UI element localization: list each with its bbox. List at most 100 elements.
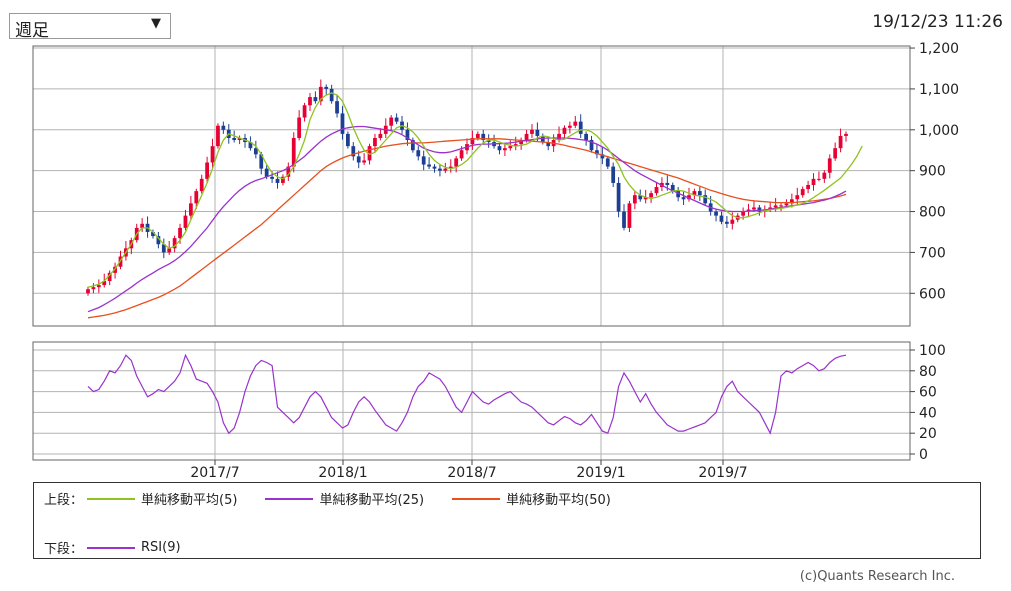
upper-ytick-label: 800 — [919, 205, 946, 221]
ma-lines — [87, 92, 863, 319]
candle-body — [562, 127, 567, 134]
legend-upper-label: 上段： — [44, 493, 84, 508]
candle-body — [605, 158, 610, 167]
candle-body — [817, 178, 821, 180]
candle-body — [730, 219, 735, 224]
candle-body — [232, 137, 237, 141]
legend-swatch-ma25 — [265, 497, 314, 500]
rsi-line — [87, 353, 847, 435]
candle-body — [508, 146, 513, 149]
legend-label-ma50: 単純移動平均(50) — [506, 493, 611, 508]
candles — [86, 79, 848, 296]
lower-y-axis: 100 80 60 40 20 0 — [910, 343, 946, 463]
candle-body — [475, 133, 480, 138]
legend-item-ma5: 単純移動平均(5) — [83, 489, 237, 508]
candle-body — [681, 197, 686, 200]
candle-body — [297, 117, 302, 138]
candle-body — [194, 191, 199, 204]
candle-body — [91, 287, 96, 290]
candle-body — [421, 156, 426, 165]
candle-body — [432, 166, 437, 169]
upper-ytick-label: 1,200 — [919, 41, 959, 57]
candle-body — [827, 158, 832, 173]
upper-ytick-label: 600 — [919, 286, 946, 302]
legend-swatch-rsi — [87, 546, 136, 549]
candle-body — [654, 187, 659, 194]
legend-swatch-ma5 — [87, 497, 136, 500]
candle-body — [530, 129, 534, 134]
candle-body — [616, 182, 621, 212]
candle-body — [221, 125, 226, 130]
lower-ytick-label: 0 — [919, 447, 928, 463]
xtick-label: 2019/7 — [698, 465, 747, 480]
candle-body — [362, 160, 367, 163]
candle-body — [567, 125, 572, 128]
candle-body — [833, 148, 838, 159]
candle-body — [335, 101, 339, 114]
lower-ytick-label: 60 — [919, 385, 937, 401]
lower-grid — [33, 342, 910, 460]
upper-ytick-label: 1,000 — [919, 123, 959, 139]
candle-body — [811, 178, 816, 185]
candle-body — [838, 135, 843, 149]
candle-body — [416, 150, 421, 157]
candle-body — [324, 86, 329, 89]
candle-body — [264, 168, 269, 177]
legend-swatch-ma50 — [452, 497, 501, 500]
candle-body — [210, 146, 215, 163]
upper-y-axis: 1,200 1,100 1,000 900 800 700 600 — [910, 41, 959, 302]
candle-body — [524, 133, 529, 141]
legend-item-ma50: 単純移動平均(50) — [448, 489, 611, 508]
upper-ytick-label: 700 — [919, 245, 946, 261]
candle-body — [329, 88, 334, 102]
candle-body — [86, 289, 90, 294]
candle-body — [308, 97, 312, 106]
legend-label-ma5: 単純移動平均(5) — [141, 493, 238, 508]
candle-body — [795, 195, 800, 200]
xtick-label: 2018/1 — [318, 465, 367, 480]
candle-body — [697, 191, 702, 196]
upper-ytick-label: 900 — [919, 164, 946, 180]
stock-chart: 1,200 1,100 1,000 900 800 700 600 100 80 60 40 20 0… — [32, 41, 959, 480]
legend-lower-label: 下段： — [44, 542, 84, 557]
candle-body — [178, 227, 182, 239]
legend-box: 上段： 単純移動平均(5) 単純移動平均(25) 単純移動平均(50) 下段： … — [33, 482, 981, 559]
candle-body — [578, 121, 583, 134]
candle-body — [340, 113, 345, 134]
candle-body — [459, 150, 464, 159]
lower-ytick-label: 80 — [919, 364, 937, 380]
ma5-line — [87, 92, 863, 288]
candle-body — [773, 205, 778, 208]
candle-body — [497, 146, 502, 151]
candle-body — [806, 184, 810, 190]
legend-lower-row: 下段： RSI(9) — [44, 538, 205, 557]
rsi-line-group — [87, 353, 847, 435]
candle-body — [622, 211, 626, 228]
candle-body — [438, 168, 442, 171]
candle-body — [270, 176, 274, 179]
candle-body — [346, 133, 350, 147]
candle-body — [632, 195, 637, 204]
x-axis: 2017/7 2018/1 2018/7 2019/1 2019/7 — [190, 460, 748, 480]
candle-body — [800, 189, 805, 196]
lower-ytick-label: 40 — [919, 405, 937, 421]
candle-body — [373, 137, 377, 147]
candle-body — [96, 285, 101, 288]
candle-body — [649, 193, 653, 198]
candle-body — [199, 178, 204, 192]
candle-body — [313, 97, 318, 102]
candle-body — [275, 178, 280, 183]
candle-body — [714, 211, 718, 216]
lower-ytick-label: 20 — [919, 426, 937, 442]
candle-body — [741, 211, 746, 216]
candle-body — [216, 125, 220, 147]
candle-body — [443, 168, 448, 171]
legend-label-ma25: 単純移動平均(25) — [319, 493, 425, 508]
candle-body — [573, 121, 578, 126]
candle-body — [183, 215, 188, 228]
candle-body — [725, 221, 729, 224]
candle-body — [784, 203, 789, 206]
candle-body — [844, 133, 848, 136]
candle-body — [205, 162, 209, 179]
candle-body — [503, 148, 507, 151]
